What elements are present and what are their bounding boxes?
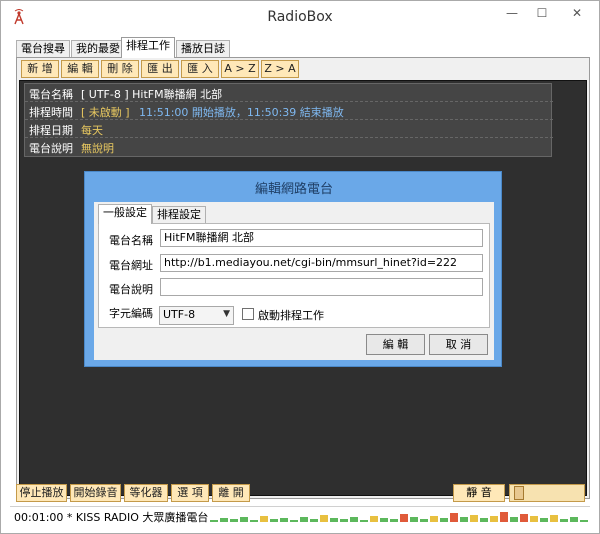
sort-az-button[interactable]: A > Z — [221, 60, 259, 78]
schedule-status-badge: [ 未啟動 ] — [81, 106, 130, 119]
exit-button[interactable]: 離 開 — [212, 484, 250, 502]
dialog-client: 一般設定 排程設定 電台名稱 HitFM聯播網 北部 電台網址 http://b… — [94, 202, 494, 360]
station-name-input[interactable]: HitFM聯播網 北部 — [160, 229, 483, 247]
level-bar — [420, 519, 428, 522]
cancel-button[interactable]: 取 消 — [429, 334, 488, 355]
level-bar — [260, 516, 268, 522]
title-bar: RadioBox — ☐ ✕ — [1, 1, 599, 33]
station-desc-value: 無說明 — [81, 142, 114, 155]
tab-general-settings[interactable]: 一般設定 — [98, 204, 152, 224]
level-bar — [240, 517, 248, 522]
level-bar — [570, 517, 578, 522]
tab-play-log[interactable]: 播放日誌 — [176, 40, 230, 57]
enable-schedule-label: 啟動排程工作 — [258, 309, 324, 322]
level-bar — [230, 519, 238, 522]
info-row-desc: 電台說明 無說明 — [25, 138, 553, 156]
station-url-input[interactable]: http://b1.mediayou.net/cgi-bin/mmsurl_hi… — [160, 254, 483, 272]
app-window: RadioBox — ☐ ✕ 電台搜尋 我的最愛 排程工作 播放日誌 新 增 編… — [0, 0, 600, 534]
level-bar — [430, 516, 438, 522]
level-bar — [250, 520, 258, 522]
close-button[interactable]: ✕ — [558, 3, 596, 23]
level-bar — [210, 520, 218, 522]
level-bar — [550, 515, 558, 522]
tab-schedule[interactable]: 排程工作 — [121, 37, 175, 58]
minimize-button[interactable]: — — [498, 3, 526, 23]
station-desc-field-label: 電台說明 — [109, 283, 153, 296]
level-bar — [280, 518, 288, 522]
level-bar — [390, 519, 398, 522]
level-bar — [310, 519, 318, 522]
level-bar — [220, 518, 228, 522]
level-bar — [480, 518, 488, 522]
level-bar — [320, 515, 328, 522]
encoding-field-label: 字元編碼 — [109, 307, 153, 320]
station-url-field-label: 電台網址 — [109, 259, 153, 272]
encoding-select-value: UTF-8 — [163, 308, 196, 321]
delete-button[interactable]: 刪 除 — [101, 60, 139, 78]
level-bar — [520, 514, 528, 522]
level-bar — [360, 520, 368, 522]
status-bar: 00:01:00 * KISS RADIO 大眾廣播電台 — [10, 506, 590, 524]
tab-favorites[interactable]: 我的最愛 — [71, 40, 125, 57]
options-button[interactable]: 選 項 — [171, 484, 209, 502]
level-bar — [530, 516, 538, 522]
status-text: 00:01:00 * KISS RADIO 大眾廣播電台 — [14, 511, 209, 524]
level-bar — [270, 519, 278, 522]
level-bar — [500, 512, 508, 522]
station-name-field-label: 電台名稱 — [109, 234, 153, 247]
level-bar — [510, 517, 518, 522]
maximize-button[interactable]: ☐ — [528, 3, 556, 23]
station-desc-label: 電台說明 — [29, 142, 73, 155]
level-bar — [370, 516, 378, 522]
level-bar — [380, 518, 388, 522]
edit-button[interactable]: 編 輯 — [61, 60, 99, 78]
schedule-date-label: 排程日期 — [29, 124, 73, 137]
equalizer-button[interactable]: 等化器 — [124, 484, 168, 502]
mute-button[interactable]: 靜 音 — [453, 484, 505, 502]
station-name-label: 電台名稱 — [29, 88, 73, 101]
level-bar — [460, 517, 468, 522]
level-bar — [350, 517, 358, 522]
volume-slider[interactable] — [509, 484, 585, 502]
export-button[interactable]: 匯 出 — [141, 60, 179, 78]
station-name-value: [ UTF-8 ] HitFM聯播網 北部 — [81, 88, 223, 101]
audio-level-meter — [210, 510, 588, 522]
volume-slider-thumb[interactable] — [514, 486, 524, 500]
level-bar — [440, 518, 448, 522]
stop-play-button[interactable]: 停止播放 — [16, 484, 67, 502]
sort-za-button[interactable]: Z > A — [261, 60, 299, 78]
chevron-down-icon: ▼ — [223, 309, 230, 319]
schedule-item[interactable]: 電台名稱 [ UTF-8 ] HitFM聯播網 北部 排程時間 [ 未啟動 ] … — [24, 83, 553, 157]
level-bar — [560, 519, 568, 522]
level-bar — [330, 518, 338, 522]
level-bar — [540, 518, 548, 522]
info-row-time: 排程時間 [ 未啟動 ] 11:51:00 開始播放，11:50:39 結束播放 — [25, 102, 553, 120]
schedule-time-label: 排程時間 — [29, 106, 73, 119]
level-bar — [290, 520, 298, 522]
level-bar — [300, 517, 308, 522]
dialog-title: 編輯網路電台 — [254, 182, 333, 197]
encoding-select[interactable]: UTF-8 ▼ — [159, 306, 234, 325]
level-bar — [470, 515, 478, 522]
level-bar — [400, 514, 408, 522]
import-button[interactable]: 匯 入 — [181, 60, 219, 78]
level-bar — [580, 520, 588, 522]
station-desc-input[interactable] — [160, 278, 483, 296]
start-record-button[interactable]: 開始錄音 — [70, 484, 121, 502]
add-button[interactable]: 新 增 — [21, 60, 59, 78]
level-bar — [410, 517, 418, 522]
enable-schedule-checkbox[interactable] — [242, 308, 254, 320]
edit-station-dialog: 編輯網路電台 一般設定 排程設定 電台名稱 HitFM聯播網 北部 電台網址 h… — [84, 171, 502, 367]
info-row-date: 排程日期 每天 — [25, 120, 553, 138]
schedule-time-value: 11:51:00 開始播放，11:50:39 結束播放 — [139, 106, 344, 119]
info-row-name: 電台名稱 [ UTF-8 ] HitFM聯播網 北部 — [25, 84, 553, 102]
edit-confirm-button[interactable]: 編 輯 — [366, 334, 425, 355]
tab-schedule-settings[interactable]: 排程設定 — [152, 206, 206, 223]
tab-station-search[interactable]: 電台搜尋 — [16, 40, 70, 57]
level-bar — [490, 516, 498, 522]
level-bar — [450, 513, 458, 522]
level-bar — [340, 519, 348, 522]
schedule-date-value: 每天 — [81, 124, 103, 137]
